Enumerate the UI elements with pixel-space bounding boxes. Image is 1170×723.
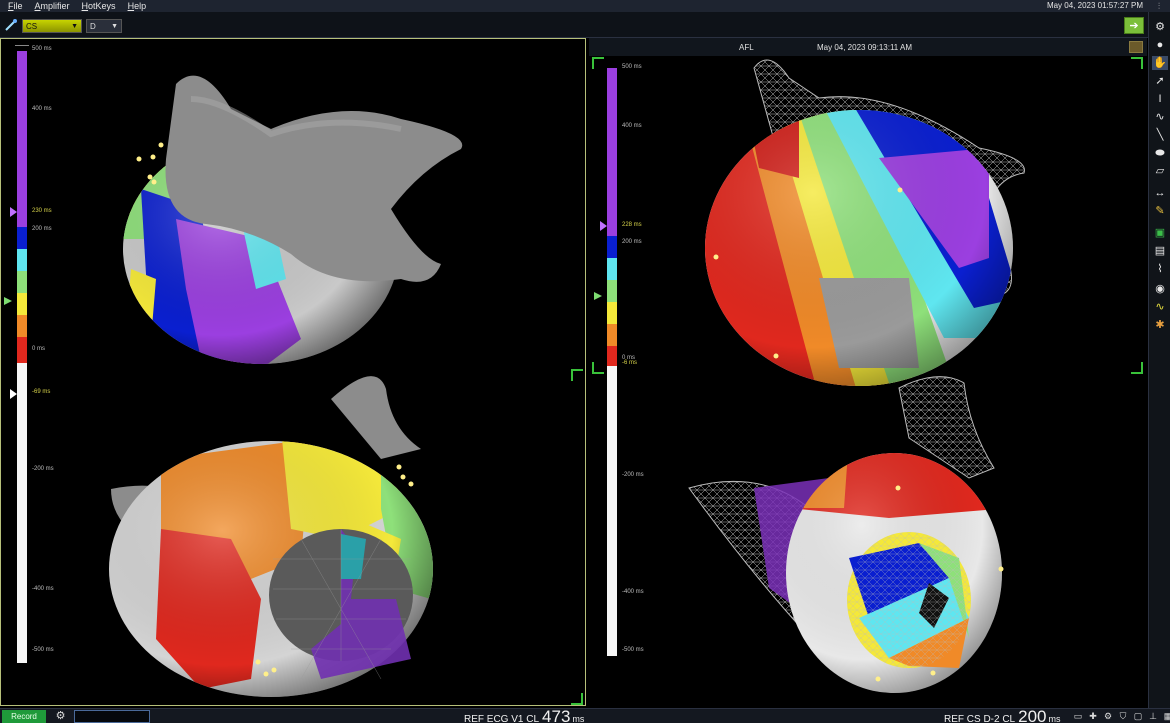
right-3d-map[interactable] xyxy=(589,38,1147,706)
curve-icon[interactable]: ∿ xyxy=(1152,110,1168,124)
settings-gear-icon[interactable]: ⚙ xyxy=(1152,20,1168,34)
right-ref-cycle-length: REF CS D-2 CL 200 ms xyxy=(944,707,1061,723)
left-color-scale xyxy=(17,51,27,663)
chevron-down-icon: ▼ xyxy=(71,23,78,30)
cycle-length-unit: ms xyxy=(572,714,585,723)
left-ref-cycle-length: REF ECG V1 CL 473 ms xyxy=(464,707,585,723)
scale-top-cap xyxy=(15,45,29,51)
crosshair-icon[interactable]: ✚ xyxy=(1086,710,1100,723)
palette-icon[interactable]: ✱ xyxy=(1152,318,1168,332)
status-input[interactable] xyxy=(74,710,150,723)
left-top-chamber[interactable] xyxy=(121,75,463,369)
right-bottom-chamber[interactable] xyxy=(688,376,1009,693)
catheter-icon[interactable] xyxy=(4,18,18,32)
menu-bar: File Amplifier HotKeys Help May 04, 2023… xyxy=(0,0,1170,12)
eraser-icon[interactable]: ▱ xyxy=(1152,164,1168,178)
chat-icon[interactable]: ▭ xyxy=(1071,710,1085,723)
scale-label: 500 ms xyxy=(32,46,52,52)
right-map-view[interactable]: AFL May 04, 2023 09:13:11 AM 500 ms 400 … xyxy=(589,38,1147,706)
pipe-icon[interactable]: ⌇ xyxy=(1152,262,1168,276)
pin-icon[interactable]: ⊥ xyxy=(1146,710,1160,723)
scale-label: -200 ms xyxy=(622,472,644,478)
catheter-select-value: CS xyxy=(26,22,38,31)
status-bar: Record ⚙ REF ECG V1 CL 473 ms REF CS D-2… xyxy=(0,708,1170,723)
pointer-icon[interactable]: ➚ xyxy=(1152,74,1168,88)
view-corner-marker xyxy=(1131,57,1143,69)
left-bottom-chamber[interactable] xyxy=(109,376,441,697)
view-corner-marker xyxy=(571,369,583,381)
shield-icon[interactable]: ⛉ xyxy=(1116,710,1130,723)
right-top-chamber[interactable] xyxy=(699,59,1025,398)
midpoint-handle[interactable] xyxy=(594,292,602,300)
scale-label: 400 ms xyxy=(32,106,52,112)
scale-marker-label: 228 ms xyxy=(622,222,642,228)
view-corner-marker xyxy=(1131,362,1143,374)
main-toolbar: CS ▼ D ▼ ➔ xyxy=(0,12,1170,38)
scale-marker-label: -6 ms xyxy=(622,360,637,366)
scale-label: 500 ms xyxy=(622,64,642,70)
scale-label: -500 ms xyxy=(32,647,54,653)
lower-threshold-handle[interactable] xyxy=(10,389,17,399)
mixer-icon[interactable]: ⫶ xyxy=(1152,0,1166,12)
scale-label: 200 ms xyxy=(32,226,52,232)
electrode-select[interactable]: D ▼ xyxy=(86,19,122,33)
view-corner-marker xyxy=(571,693,583,705)
scale-label: 200 ms xyxy=(622,239,642,245)
paint-icon[interactable]: ✎ xyxy=(1152,204,1168,218)
scale-label: -500 ms xyxy=(622,647,644,653)
chevron-down-icon: ▼ xyxy=(111,23,118,30)
scale-label: -400 ms xyxy=(622,589,644,595)
hand-pan-icon[interactable]: ✋ xyxy=(1152,56,1168,70)
menu-amplifier[interactable]: Amplifier xyxy=(35,1,70,11)
eye-icon[interactable]: ◉ xyxy=(1152,282,1168,296)
tools-sidebar: ⚙ ● ✋ ➚ I ∿ ╲ ⬬ ▱ ↔ ✎ ▣ ▤ ⌇ ◉ ∿ ✱ xyxy=(1148,12,1170,712)
gear-icon[interactable]: ⚙ xyxy=(1101,710,1115,723)
folder-icon[interactable]: ▦ xyxy=(1161,710,1170,723)
label-tool-icon[interactable]: ▤ xyxy=(1152,244,1168,258)
upper-threshold-handle[interactable] xyxy=(600,221,607,231)
upper-threshold-handle[interactable] xyxy=(10,207,17,217)
status-icons: ▭ ✚ ⚙ ⛉ ▢ ⊥ ▦ xyxy=(1071,710,1170,723)
scale-label: -400 ms xyxy=(32,586,54,592)
catheter-tool-icon[interactable]: ▣ xyxy=(1152,226,1168,240)
left-map-view[interactable]: 500 ms 400 ms 230 ms 200 ms 0 ms -69 ms … xyxy=(0,38,586,706)
menu-file[interactable]: File xyxy=(8,1,23,11)
ellipse-icon[interactable]: ⬬ xyxy=(1152,146,1168,160)
scale-label: 0 ms xyxy=(32,346,46,352)
scale-label: -200 ms xyxy=(32,466,54,472)
menu-help[interactable]: Help xyxy=(128,1,147,11)
record-button[interactable]: Record xyxy=(2,710,46,723)
right-color-scale xyxy=(607,68,617,656)
scale-marker-label: -69 ms xyxy=(32,389,51,395)
view-corner-marker xyxy=(592,362,604,374)
sphere-icon[interactable]: ● xyxy=(1152,38,1168,52)
midpoint-handle[interactable] xyxy=(4,297,12,305)
line-icon[interactable]: ╲ xyxy=(1152,128,1168,142)
menu-hotkeys[interactable]: HotKeys xyxy=(82,1,116,11)
monitor-icon[interactable]: ▢ xyxy=(1131,710,1145,723)
gear-icon[interactable]: ⚙ xyxy=(54,710,67,723)
caliper-icon[interactable]: ↔ xyxy=(1152,186,1168,200)
export-arrow-button[interactable]: ➔ xyxy=(1124,17,1144,34)
left-3d-map[interactable] xyxy=(1,39,585,705)
scale-marker-label: 230 ms xyxy=(32,208,52,214)
cycle-length-value: 473 xyxy=(542,707,571,723)
waveform-icon[interactable]: ∿ xyxy=(1152,300,1168,314)
ref-label: REF CS D-2 CL xyxy=(944,714,1016,723)
view-corner-marker xyxy=(592,57,604,69)
system-clock: May 04, 2023 01:57:27 PM xyxy=(1046,1,1143,10)
ref-label: REF ECG V1 CL xyxy=(464,714,540,723)
arrow-right-icon: ➔ xyxy=(1129,20,1139,32)
catheter-select[interactable]: CS ▼ xyxy=(22,19,82,33)
cycle-length-value: 200 xyxy=(1018,707,1047,723)
text-cursor-icon[interactable]: I xyxy=(1152,92,1168,106)
scale-label: 400 ms xyxy=(622,123,642,129)
electrode-select-value: D xyxy=(90,22,96,31)
cycle-length-unit: ms xyxy=(1048,714,1061,723)
